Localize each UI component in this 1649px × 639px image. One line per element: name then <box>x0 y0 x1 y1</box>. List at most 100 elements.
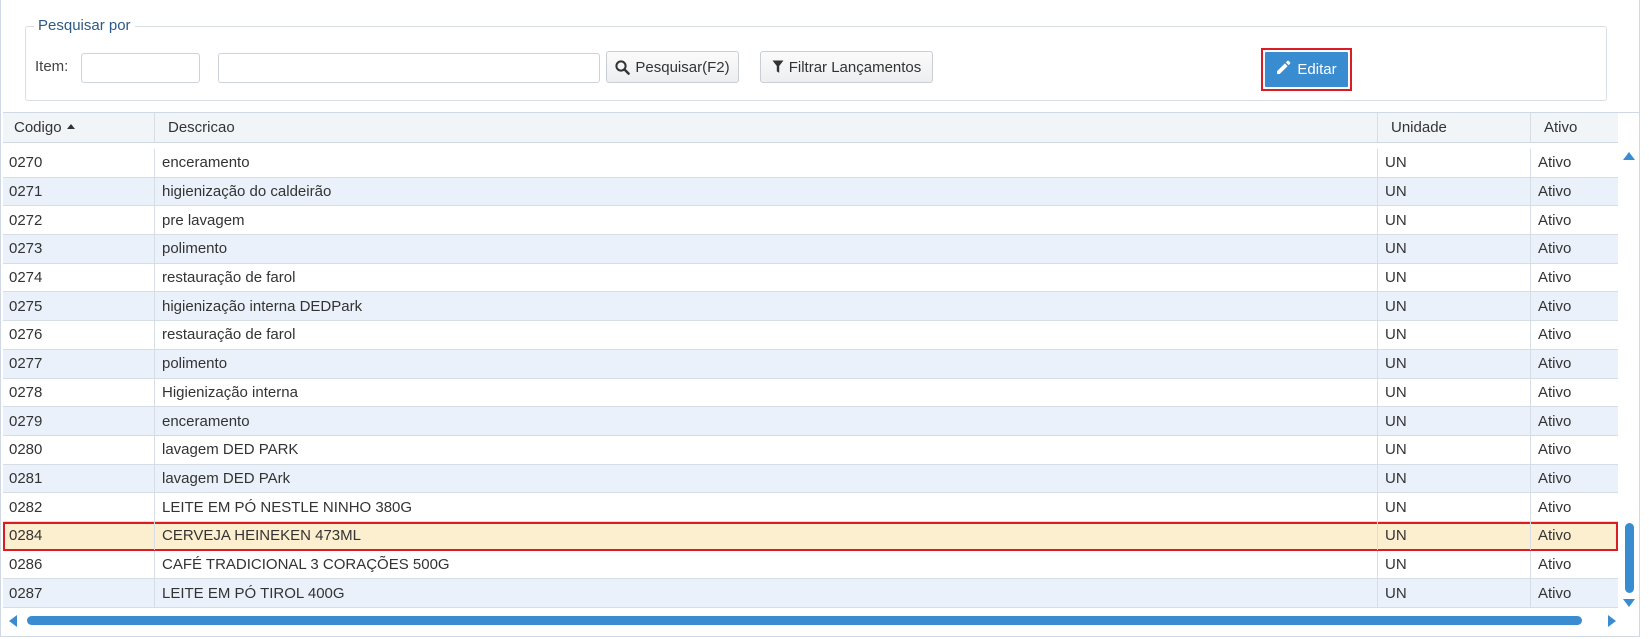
cell-unidade: UN <box>1378 407 1531 435</box>
cell-codigo: 0275 <box>3 292 155 321</box>
item-search-window: Pesquisar por Item: Pesquisar(F2) Filtra… <box>0 0 1640 637</box>
table-row[interactable]: 0277 polimento UN Ativo <box>3 349 1618 379</box>
search-panel-legend: Pesquisar por <box>34 17 135 34</box>
cell-descricao: LEITE EM PÓ TIROL 400G <box>155 579 1378 607</box>
filter-button-label: Filtrar Lançamentos <box>788 58 922 76</box>
table-row[interactable]: 0273 polimento UN Ativo <box>3 235 1618 264</box>
horizontal-scrollbar[interactable] <box>7 612 1618 628</box>
cell-descricao: restauração de farol <box>155 263 1378 292</box>
cell-ativo: Ativo <box>1538 269 1572 287</box>
grid-body: 0270 enceramento UN Ativo 0271 higienização d… <box>3 149 1618 608</box>
horizontal-scroll-thumb[interactable] <box>27 616 1582 625</box>
vertical-scroll-thumb[interactable] <box>1625 523 1634 593</box>
cell-codigo: 0274 <box>3 263 155 292</box>
cell-ativo: Ativo <box>1538 154 1572 172</box>
items-grid: Codigo Descricao Unidade Ativo 0270 encer… <box>3 112 1639 627</box>
cell-ativo: Ativo <box>1538 183 1572 201</box>
cell-codigo: 0287 <box>3 579 155 607</box>
cell-ativo: Ativo <box>1538 326 1572 344</box>
cell-descricao: polimento <box>155 235 1378 263</box>
table-row[interactable]: 0270 enceramento UN Ativo <box>3 149 1618 178</box>
cell-codigo: 0272 <box>3 206 155 235</box>
table-row[interactable]: 0287 LEITE EM PÓ TIROL 400G UN Ativo <box>3 579 1618 608</box>
cell-descricao: Higienização interna <box>155 378 1378 407</box>
scroll-down-arrow-icon[interactable] <box>1623 599 1635 607</box>
edit-button[interactable]: Editar <box>1261 48 1352 91</box>
cell-ativo: Ativo <box>1538 441 1572 459</box>
cell-unidade: UN <box>1378 579 1531 607</box>
cell-ativo: Ativo <box>1538 584 1572 602</box>
cell-descricao: enceramento <box>155 407 1378 435</box>
cell-codigo: 0279 <box>3 407 155 435</box>
cell-codigo: 0273 <box>3 235 155 263</box>
table-row[interactable]: 0275 higienização interna DEDPark UN Ativo <box>3 292 1618 322</box>
table-row[interactable]: 0279 enceramento UN Ativo <box>3 407 1618 436</box>
cell-descricao: lavagem DED PARK <box>155 435 1378 464</box>
cell-codigo: 0284 <box>3 521 155 550</box>
grid-header: Codigo Descricao Unidade Ativo <box>3 113 1618 143</box>
column-header-descricao[interactable]: Descricao <box>155 113 1378 142</box>
cell-ativo: Ativo <box>1538 355 1572 373</box>
cell-unidade: UN <box>1378 550 1531 579</box>
cell-unidade: UN <box>1378 435 1531 464</box>
cell-ativo: Ativo <box>1538 412 1572 430</box>
cell-codigo: 0270 <box>3 149 155 177</box>
cell-descricao: higienização do caldeirão <box>155 177 1378 206</box>
cell-descricao: pre lavagem <box>155 206 1378 235</box>
cell-unidade: UN <box>1378 321 1531 349</box>
cell-ativo: Ativo <box>1538 527 1572 545</box>
scroll-up-arrow-icon[interactable] <box>1623 152 1635 160</box>
cell-unidade: UN <box>1378 464 1531 493</box>
cell-ativo: Ativo <box>1538 498 1572 516</box>
search-button-label: Pesquisar(F2) <box>635 58 730 76</box>
cell-unidade: UN <box>1378 349 1531 378</box>
filter-launches-button[interactable]: Filtrar Lançamentos <box>760 51 933 83</box>
cell-unidade: UN <box>1378 521 1531 550</box>
column-header-codigo[interactable]: Codigo <box>3 113 155 142</box>
cell-codigo: 0281 <box>3 464 155 493</box>
item-label: Item: <box>35 58 69 75</box>
table-row[interactable]: 0276 restauração de farol UN Ativo <box>3 321 1618 350</box>
table-row[interactable]: 0282 LEITE EM PÓ NESTLE NINHO 380G UN Ativo <box>3 493 1618 522</box>
vertical-scrollbar[interactable] <box>1620 149 1639 607</box>
column-header-unidade[interactable]: Unidade <box>1378 113 1531 142</box>
scroll-left-arrow-icon[interactable] <box>9 615 17 627</box>
search-button[interactable]: Pesquisar(F2) <box>606 51 739 83</box>
cell-descricao: CAFÉ TRADICIONAL 3 CORAÇÕES 500G <box>155 550 1378 579</box>
cell-codigo: 0282 <box>3 493 155 521</box>
cell-descricao: higienização interna DEDPark <box>155 292 1378 321</box>
table-row[interactable]: 0280 lavagem DED PARK UN Ativo <box>3 435 1618 465</box>
cell-descricao: LEITE EM PÓ NESTLE NINHO 380G <box>155 493 1378 521</box>
cell-unidade: UN <box>1378 493 1531 521</box>
cell-ativo: Ativo <box>1538 555 1572 573</box>
cell-unidade: UN <box>1378 149 1531 177</box>
edit-button-label: Editar <box>1297 61 1337 78</box>
table-row[interactable]: 0272 pre lavagem UN Ativo <box>3 206 1618 236</box>
scroll-right-arrow-icon[interactable] <box>1608 615 1616 627</box>
cell-descricao: restauração de farol <box>155 321 1378 349</box>
column-header-ativo[interactable]: Ativo <box>1531 113 1618 142</box>
cell-ativo: Ativo <box>1538 211 1572 229</box>
cell-descricao: lavagem DED PArk <box>155 464 1378 493</box>
table-row-selected[interactable]: 0284 CERVEJA HEINEKEN 473ML UN Ativo <box>3 521 1618 551</box>
table-row[interactable]: 0286 CAFÉ TRADICIONAL 3 CORAÇÕES 500G UN At… <box>3 550 1618 580</box>
cell-codigo: 0276 <box>3 321 155 349</box>
cell-unidade: UN <box>1378 206 1531 235</box>
cell-unidade: UN <box>1378 292 1531 321</box>
table-row[interactable]: 0281 lavagem DED PArk UN Ativo <box>3 464 1618 494</box>
cell-ativo: Ativo <box>1538 383 1572 401</box>
cell-ativo: Ativo <box>1538 240 1572 258</box>
cell-unidade: UN <box>1378 378 1531 407</box>
item-code-input[interactable] <box>81 53 200 83</box>
item-description-input[interactable] <box>218 53 600 83</box>
cell-ativo: Ativo <box>1538 469 1572 487</box>
cell-unidade: UN <box>1378 235 1531 263</box>
cell-unidade: UN <box>1378 263 1531 292</box>
sort-ascending-icon <box>66 124 75 129</box>
table-row[interactable]: 0274 restauração de farol UN Ativo <box>3 263 1618 293</box>
cell-codigo: 0271 <box>3 177 155 206</box>
table-row[interactable]: 0271 higienização do caldeirão UN Ativo <box>3 177 1618 207</box>
table-row[interactable]: 0278 Higienização interna UN Ativo <box>3 378 1618 408</box>
search-icon <box>615 59 631 75</box>
cell-descricao: CERVEJA HEINEKEN 473ML <box>155 521 1378 550</box>
